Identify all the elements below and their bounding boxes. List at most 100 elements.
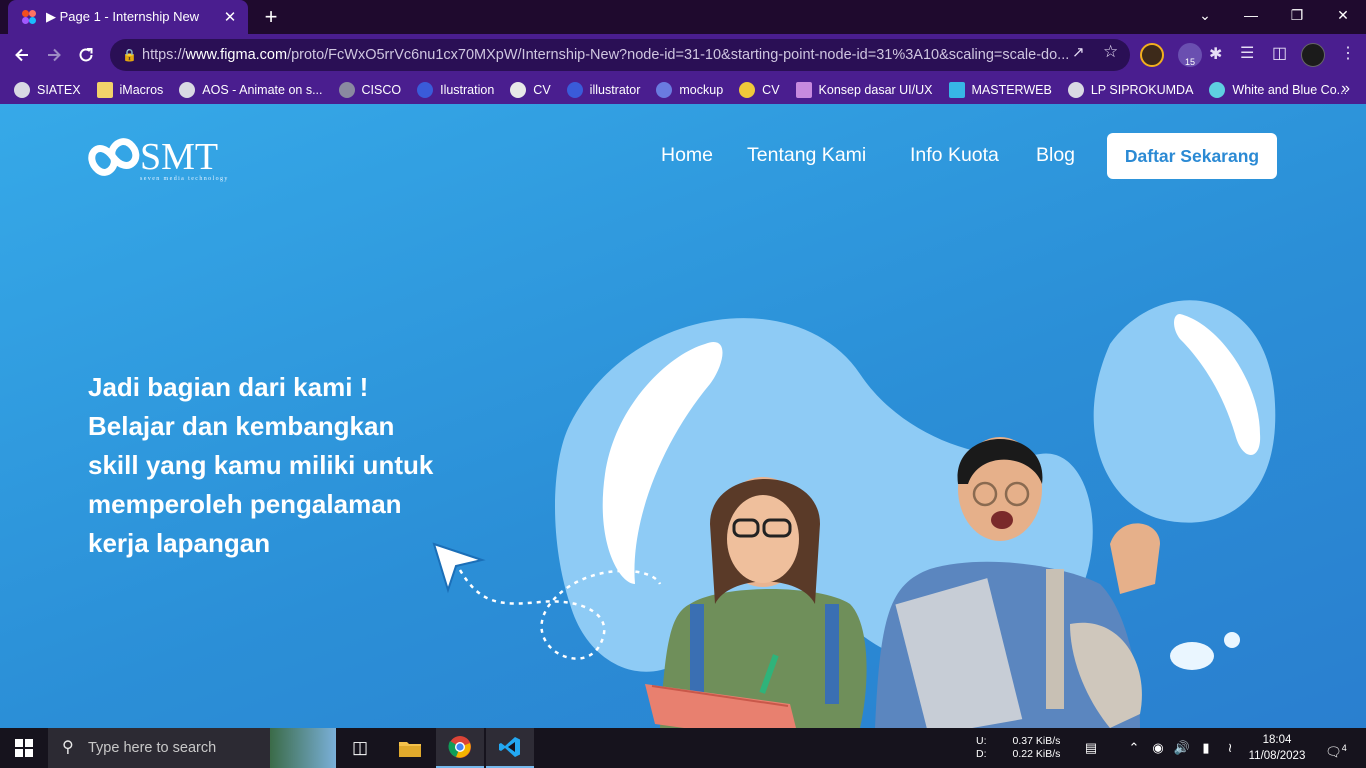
url-prefix: https:// bbox=[142, 47, 186, 63]
url-path: /proto/FcWxO5rrVc6nu1cx70MXpW/Internship… bbox=[287, 47, 1070, 63]
figma-icon bbox=[22, 10, 36, 24]
battery-icon[interactable]: ▮ bbox=[1196, 728, 1216, 768]
bookmark-star-icon[interactable]: ☆ bbox=[1103, 42, 1118, 62]
canva-icon bbox=[1209, 82, 1226, 98]
extension-badge-icon[interactable]: 15 bbox=[1178, 43, 1202, 67]
notification-count: 4 bbox=[1341, 743, 1347, 753]
globe-icon bbox=[1067, 82, 1084, 98]
doc-icon bbox=[795, 82, 812, 98]
net-upload-label: U: bbox=[976, 735, 987, 747]
hero-illustration bbox=[432, 300, 1276, 728]
bookmark-label: illustrator bbox=[589, 83, 641, 97]
taskbar: ⚲ Type here to search ◫ U: 0.37 KiB/s D: 0… bbox=[0, 728, 1366, 768]
news-widget-icon[interactable]: ▤ bbox=[1076, 728, 1106, 768]
media-control-icon[interactable]: ☰ bbox=[1240, 43, 1254, 63]
bookmark-item[interactable]: mockup bbox=[656, 82, 723, 98]
cube-icon bbox=[656, 82, 673, 98]
bookmark-item[interactable]: MASTERWEB bbox=[948, 82, 1052, 98]
side-panel-icon[interactable]: ◫ bbox=[1272, 43, 1287, 63]
smt-logo[interactable]: SMT seven media technology bbox=[88, 132, 263, 182]
restore-button[interactable]: ❐ bbox=[1274, 0, 1320, 30]
nav-tentang-kami[interactable]: Tentang Kami bbox=[747, 144, 866, 167]
search-placeholder: Type here to search bbox=[88, 740, 217, 756]
vscode-taskbar-icon[interactable] bbox=[486, 728, 534, 768]
extension-icon[interactable] bbox=[1140, 43, 1164, 67]
wifi-icon[interactable]: ≀ bbox=[1220, 728, 1240, 768]
logo-tagline: seven media technology bbox=[140, 176, 229, 182]
browser-toolbar: 🔒 https://www.figma.com/proto/FcWxO5rrVc… bbox=[0, 34, 1366, 76]
profile-avatar[interactable] bbox=[1301, 43, 1325, 67]
clock[interactable]: 18:04 11/08/2023 bbox=[1242, 732, 1312, 764]
reload-icon bbox=[79, 48, 93, 62]
nav-blog[interactable]: Blog bbox=[1036, 144, 1075, 167]
bookmark-item[interactable]: CV bbox=[510, 82, 551, 98]
bookmarks-bar: SIATEX iMacros AOS - Animate on s... CISCO I… bbox=[0, 76, 1366, 104]
note-icon bbox=[96, 82, 113, 98]
bookmark-item[interactable]: CV bbox=[739, 82, 780, 98]
windows-logo-icon bbox=[15, 739, 33, 757]
bookmark-label: CV bbox=[533, 83, 551, 97]
bookmark-item[interactable]: CISCO bbox=[338, 82, 401, 98]
close-window-button[interactable]: ✕ bbox=[1320, 0, 1366, 30]
minimize-button[interactable]: — bbox=[1228, 0, 1274, 30]
tab-search-button[interactable]: ⌄ bbox=[1182, 0, 1228, 30]
bookmark-label: AOS - Animate on s... bbox=[202, 83, 323, 97]
bookmark-item[interactable]: LP SIPROKUMDA bbox=[1067, 82, 1194, 98]
book-icon bbox=[948, 82, 965, 98]
bookmark-item[interactable]: illustrator bbox=[566, 82, 641, 98]
globe-icon bbox=[14, 82, 30, 98]
chrome-taskbar-icon[interactable] bbox=[436, 728, 484, 768]
share-icon[interactable]: ↗ bbox=[1072, 43, 1085, 61]
search-icon: ⚲ bbox=[62, 739, 74, 756]
cisco-icon bbox=[338, 82, 355, 98]
net-download-label: D: bbox=[976, 748, 987, 760]
volume-icon[interactable]: 🔊 bbox=[1172, 728, 1192, 768]
clock-time: 18:04 bbox=[1262, 734, 1292, 746]
chevron-more-icon[interactable]: » bbox=[1341, 80, 1350, 98]
browser-tab-active[interactable]: ▶ Page 1 - Internship New ✕ bbox=[8, 0, 248, 34]
taskbar-search[interactable]: ⚲ Type here to search bbox=[48, 728, 336, 768]
reload-button[interactable] bbox=[72, 41, 100, 69]
extension-badge: 15 bbox=[1184, 57, 1195, 67]
forward-button[interactable] bbox=[40, 41, 68, 69]
address-bar[interactable]: 🔒 https://www.figma.com/proto/FcWxO5rrVc… bbox=[110, 39, 1130, 71]
more-menu-icon[interactable]: ⋮ bbox=[1340, 43, 1356, 63]
bookmark-item[interactable]: Ilustration bbox=[417, 82, 494, 98]
bookmark-label: MASTERWEB bbox=[971, 83, 1052, 97]
daftar-sekarang-button[interactable]: Daftar Sekarang bbox=[1107, 133, 1277, 179]
folder-icon bbox=[399, 742, 421, 757]
start-button[interactable] bbox=[0, 728, 48, 768]
spark-icon bbox=[739, 82, 756, 98]
bookmark-item[interactable]: AOS - Animate on s... bbox=[179, 82, 323, 98]
bookmark-item[interactable]: White and Blue Co... bbox=[1209, 82, 1347, 98]
network-speed: U: 0.37 KiB/s D: 0.22 KiB/s bbox=[976, 735, 1060, 761]
bookmark-label: LP SIPROKUMDA bbox=[1090, 83, 1194, 97]
rx-icon bbox=[510, 82, 527, 98]
arrow-left-icon bbox=[15, 48, 28, 62]
clock-date: 11/08/2023 bbox=[1248, 750, 1306, 762]
bookmark-item[interactable]: SIATEX bbox=[14, 82, 81, 98]
nav-home[interactable]: Home bbox=[661, 144, 713, 167]
chrome-icon bbox=[448, 736, 471, 758]
webpage: SMT seven media technology Home Tentang … bbox=[0, 104, 1366, 728]
bookmark-item[interactable]: Konsep dasar UI/UX bbox=[795, 82, 933, 98]
bookmark-label: CV bbox=[762, 83, 780, 97]
notification-center-icon[interactable]: 🗨4 bbox=[1320, 728, 1352, 768]
meet-now-icon[interactable]: ◉ bbox=[1148, 728, 1168, 768]
file-explorer-icon[interactable] bbox=[386, 728, 434, 768]
nav-info-kuota[interactable]: Info Kuota bbox=[910, 144, 999, 167]
bookmark-label: mockup bbox=[679, 83, 724, 97]
chevron-up-icon[interactable]: ⌃ bbox=[1124, 728, 1144, 768]
bookmark-label: iMacros bbox=[119, 83, 164, 97]
splash-shape bbox=[1170, 642, 1214, 670]
new-tab-button[interactable]: + bbox=[258, 3, 284, 31]
task-view-icon[interactable]: ◫ bbox=[336, 728, 384, 768]
bookmark-label: White and Blue Co... bbox=[1232, 83, 1348, 97]
back-button[interactable] bbox=[8, 41, 36, 69]
s-icon bbox=[566, 82, 583, 98]
tab-close-icon[interactable]: ✕ bbox=[218, 8, 242, 26]
bookmark-label: Ilustration bbox=[440, 83, 495, 97]
bookmark-item[interactable]: iMacros bbox=[96, 82, 164, 98]
net-upload-value: 0.37 KiB/s bbox=[1012, 735, 1061, 747]
extensions-puzzle-icon[interactable]: ✱ bbox=[1209, 44, 1222, 64]
